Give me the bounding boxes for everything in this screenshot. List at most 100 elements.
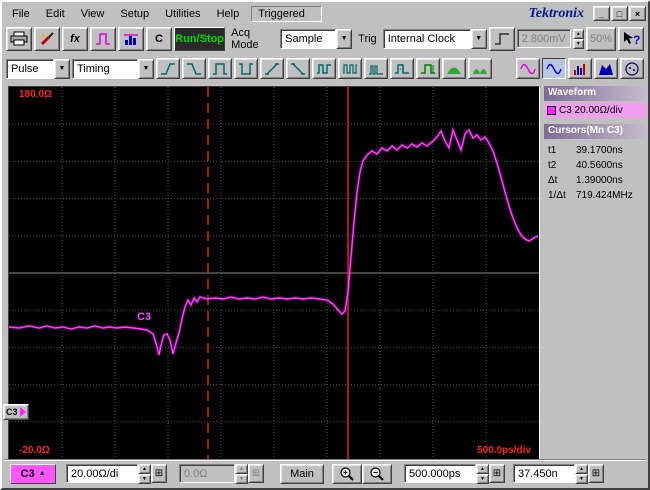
waveform-database-button[interactable] bbox=[90, 26, 116, 51]
menu-setup[interactable]: Setup bbox=[112, 6, 157, 22]
channel-select-button[interactable]: C3 ▲ bbox=[10, 463, 56, 484]
negative-width-icon bbox=[239, 62, 253, 75]
measure-duty-cycle-button[interactable] bbox=[390, 58, 414, 79]
trace-annotation: C3 bbox=[137, 311, 152, 323]
vertical-top-label: 180.0Ω bbox=[19, 89, 53, 100]
sine-view-button[interactable] bbox=[516, 58, 540, 79]
measure-category-dropdown-icon[interactable]: ▼ bbox=[138, 58, 154, 79]
trigger-source-combo[interactable]: Internal Clock ▼ bbox=[382, 28, 487, 49]
horizontal-position-field[interactable]: 37.450n bbox=[513, 464, 575, 483]
histogram-button[interactable] bbox=[118, 26, 144, 51]
measure-burst-width-button[interactable] bbox=[364, 58, 388, 79]
burst-width-icon bbox=[369, 64, 383, 75]
oscilloscope-window: File Edit View Setup Utilities Help Trig… bbox=[0, 0, 650, 490]
measure-rise-slew-button[interactable] bbox=[260, 58, 284, 79]
fall-slew-icon bbox=[291, 62, 305, 75]
readout-value: 1.39000ns bbox=[576, 175, 623, 186]
spin-down-icon[interactable]: ▼ bbox=[138, 473, 151, 484]
readout-name: 1/Δt bbox=[548, 190, 566, 201]
acq-mode-label: Acq Mode bbox=[231, 26, 259, 51]
spin-up-icon[interactable]: ▲ bbox=[575, 463, 588, 474]
acq-mode-combo[interactable]: Sample ▼ bbox=[280, 28, 353, 49]
vertical-scale-keypad-icon[interactable]: ⊞ bbox=[151, 464, 167, 483]
vertical-scale-field[interactable]: 20.00Ω/di bbox=[66, 464, 138, 483]
channel-color-swatch-icon bbox=[547, 106, 556, 115]
readout-panel: Waveform C3 20.00Ω/div Cursors(Mn C3) t1… bbox=[544, 86, 647, 460]
spin-down-icon: ▼ bbox=[235, 473, 248, 484]
waveform-panel-header: Waveform bbox=[544, 86, 647, 101]
measure-rise-time-button[interactable] bbox=[156, 58, 180, 79]
vertical-scale-spinner: ▲ ▼ bbox=[138, 463, 151, 484]
measure-negative-width-button[interactable] bbox=[234, 58, 258, 79]
mask-test-button[interactable] bbox=[594, 58, 618, 79]
sine-icon bbox=[520, 63, 536, 74]
horizontal-scale-field[interactable]: 500.000ps bbox=[404, 464, 476, 483]
menu-edit[interactable]: Edit bbox=[38, 6, 73, 22]
setup-tools-button[interactable] bbox=[34, 26, 60, 51]
eye-diagram-button[interactable] bbox=[620, 58, 644, 79]
clear-button[interactable]: C bbox=[146, 26, 172, 51]
run-stop-button[interactable]: Run/Stop bbox=[174, 26, 226, 51]
spin-up-icon[interactable]: ▲ bbox=[572, 28, 584, 39]
measure-fall-slew-button[interactable] bbox=[286, 58, 310, 79]
measure-fall-time-button[interactable] bbox=[182, 58, 206, 79]
menu-file[interactable]: File bbox=[4, 6, 38, 22]
measure-positive-width-button[interactable] bbox=[208, 58, 232, 79]
spin-down-icon[interactable]: ▼ bbox=[476, 473, 489, 484]
fx-icon: fx bbox=[70, 32, 80, 45]
measure-period-button[interactable] bbox=[312, 58, 336, 79]
readout-name: Δt bbox=[548, 175, 558, 186]
context-help-button[interactable]: ? bbox=[618, 26, 644, 51]
measure-category-combo[interactable]: Timing ▼ bbox=[72, 58, 154, 79]
measure-frequency-button[interactable] bbox=[338, 58, 362, 79]
trig-label: Trig bbox=[358, 32, 377, 45]
readout-value: 40.5600ns bbox=[576, 160, 623, 171]
close-button[interactable]: × bbox=[629, 6, 646, 21]
minimize-button[interactable]: _ bbox=[593, 6, 610, 21]
amplitude-icon bbox=[421, 63, 435, 74]
main-timebase-button[interactable]: Main bbox=[280, 463, 324, 484]
trigger-slope-button[interactable] bbox=[488, 26, 515, 51]
zoom-in-button[interactable] bbox=[332, 463, 362, 484]
cycle-area-icon bbox=[473, 68, 487, 74]
channel-marker-handle[interactable]: C3 bbox=[3, 404, 29, 420]
spin-down-icon[interactable]: ▼ bbox=[572, 38, 584, 49]
measure-area-button[interactable] bbox=[442, 58, 466, 79]
measure-cycle-area-button[interactable] bbox=[468, 58, 492, 79]
maximize-button[interactable]: □ bbox=[611, 6, 628, 21]
horizontal-position-spinner: ▲ ▼ bbox=[575, 463, 588, 484]
horizontal-scale-keypad-icon[interactable]: ⊞ bbox=[489, 464, 505, 483]
trigger-source-dropdown-icon[interactable]: ▼ bbox=[470, 28, 487, 49]
bottom-control-bar: C3 ▲ 20.00Ω/di ▲ ▼ ⊞ 0.0Ω ▲ ▼ ⊞ Main 500… bbox=[4, 460, 646, 486]
signal-type-dropdown-icon[interactable]: ▼ bbox=[54, 58, 70, 79]
mask-icon bbox=[599, 63, 613, 75]
measure-amplitude-button[interactable] bbox=[416, 58, 440, 79]
printer-icon bbox=[10, 31, 28, 45]
vertical-offset-keypad-icon: ⊞ bbox=[248, 464, 264, 483]
spin-up-icon[interactable]: ▲ bbox=[138, 463, 151, 474]
positive-width-icon bbox=[213, 62, 227, 75]
menu-bar: File Edit View Setup Utilities Help Trig… bbox=[4, 4, 646, 23]
readout-name: t2 bbox=[548, 160, 557, 171]
graticule-display[interactable]: 180.0Ω -20.0Ω 500.0ps/div C3 bbox=[8, 86, 540, 460]
menu-help[interactable]: Help bbox=[209, 6, 248, 22]
signal-type-combo[interactable]: Pulse ▼ bbox=[6, 58, 70, 79]
rise-time-icon bbox=[161, 62, 175, 75]
waveform-view-icon bbox=[546, 63, 562, 74]
c-glyph: C bbox=[155, 32, 163, 45]
readout-row-dt: Δt 1.39000ns bbox=[544, 173, 647, 188]
define-math-button[interactable]: fx bbox=[62, 26, 88, 51]
trigger-source-value: Internal Clock bbox=[382, 28, 471, 49]
menu-view[interactable]: View bbox=[73, 6, 113, 22]
horizontal-scale-spinner: ▲ ▼ bbox=[476, 463, 489, 484]
acq-mode-dropdown-icon[interactable]: ▼ bbox=[336, 28, 353, 49]
spin-up-icon[interactable]: ▲ bbox=[476, 463, 489, 474]
menu-utilities[interactable]: Utilities bbox=[157, 6, 208, 22]
horizontal-position-keypad-icon[interactable]: ⊞ bbox=[588, 464, 604, 483]
waveform-view-button[interactable] bbox=[542, 58, 566, 79]
waveform-entry[interactable]: C3 20.00Ω/div bbox=[544, 103, 647, 118]
print-button[interactable] bbox=[6, 26, 32, 51]
histogram-view-button[interactable] bbox=[568, 58, 592, 79]
zoom-out-button[interactable] bbox=[362, 463, 392, 484]
spin-down-icon[interactable]: ▼ bbox=[575, 473, 588, 484]
